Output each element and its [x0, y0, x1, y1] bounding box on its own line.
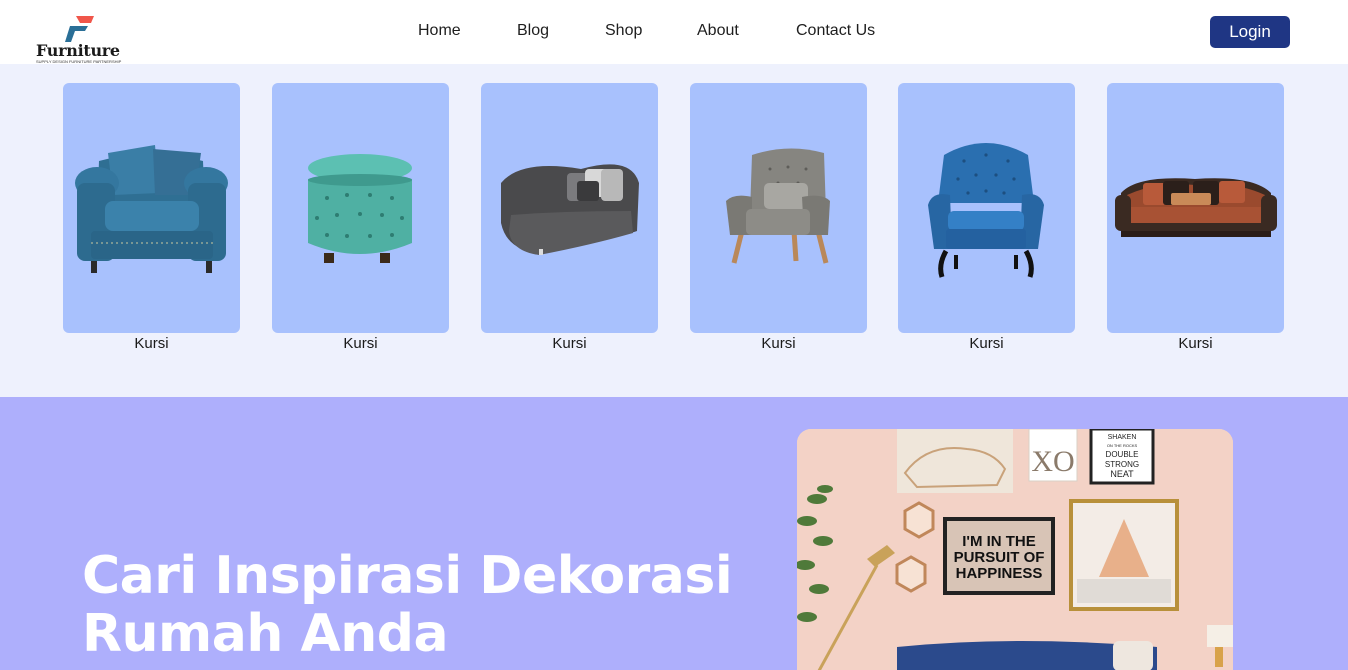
product-image-frame[interactable]	[1107, 83, 1284, 333]
product-label: Kursi	[134, 335, 169, 352]
svg-text:PURSUIT OF: PURSUIT OF	[954, 549, 1045, 566]
logo-text: Furniture	[36, 41, 120, 60]
brown-sofa-image	[1115, 178, 1277, 237]
product-label: Kursi	[969, 335, 1004, 352]
grey-armchair-image	[726, 148, 830, 264]
product-category-section: Kursi Kursi Kursi Kursi Kursi Kursi	[0, 64, 1348, 397]
logo-mark-icon	[65, 16, 94, 42]
svg-text:ON THE ROCKS: ON THE ROCKS	[1107, 443, 1138, 448]
hero-section: Cari Inspirasi Dekorasi Rumah Anda XO SH…	[0, 397, 1348, 670]
product-image-frame[interactable]	[481, 83, 658, 333]
logo[interactable]: Furniture SUPPLY DESIGN FURNITURE PARTNE…	[36, 14, 126, 64]
svg-text:HAPPINESS: HAPPINESS	[956, 565, 1043, 582]
product-image-frame[interactable]	[898, 83, 1075, 333]
svg-text:DOUBLE: DOUBLE	[1106, 450, 1139, 459]
nav-contact-us[interactable]: Contact Us	[796, 22, 875, 40]
nav-blog[interactable]: Blog	[517, 22, 549, 40]
nav-home[interactable]: Home	[418, 22, 461, 40]
svg-text:STRONG: STRONG	[1105, 460, 1139, 469]
product-label: Kursi	[552, 335, 587, 352]
blue-armchair-image	[75, 145, 228, 273]
site-header: Furniture SUPPLY DESIGN FURNITURE PARTNE…	[0, 0, 1348, 64]
product-label: Kursi	[1178, 335, 1213, 352]
product-image-frame[interactable]	[272, 83, 449, 333]
login-button[interactable]: Login	[1210, 16, 1290, 48]
teal-ottoman-image	[308, 154, 412, 263]
product-label: Kursi	[761, 335, 796, 352]
living-room-illustration: XO SHAKEN ON THE ROCKS DOUBLE STRONG NEA…	[797, 429, 1233, 670]
nav-about[interactable]: About	[697, 22, 739, 40]
living-room-decor-image: XO SHAKEN ON THE ROCKS DOUBLE STRONG NEA…	[797, 429, 1233, 670]
svg-text:NEAT: NEAT	[1110, 469, 1134, 479]
nav-shop[interactable]: Shop	[605, 22, 642, 40]
product-label: Kursi	[343, 335, 378, 352]
svg-text:I'M IN THE: I'M IN THE	[962, 533, 1036, 550]
hero-title: Cari Inspirasi Dekorasi Rumah Anda	[82, 547, 762, 663]
poster-xo-text: XO	[1031, 445, 1074, 478]
product-image-frame[interactable]	[690, 83, 867, 333]
svg-text:SHAKEN: SHAKEN	[1108, 434, 1137, 441]
blue-wingback-chair-image	[928, 143, 1044, 278]
product-image-frame[interactable]	[63, 83, 240, 333]
hero-title-line1: Cari Inspirasi Dekorasi	[82, 546, 733, 606]
hero-title-line2: Rumah Anda	[82, 604, 449, 664]
grey-curved-sofa-image	[501, 164, 639, 255]
